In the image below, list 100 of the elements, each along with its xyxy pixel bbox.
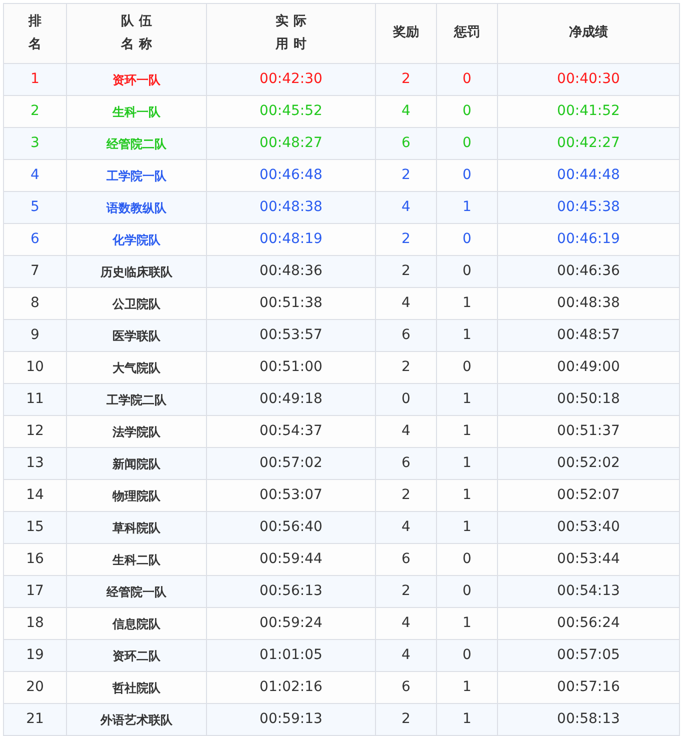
table-cell: 00:57:16: [498, 672, 680, 704]
table-cell: 19: [4, 640, 66, 672]
table-cell: 18: [4, 608, 66, 640]
table-cell: 4: [376, 608, 436, 640]
table-cell: 00:49:18: [206, 384, 376, 416]
table-cell: 00:51:38: [206, 288, 376, 320]
table-cell: 0: [436, 576, 498, 608]
table-cell: 00:45:38: [498, 192, 680, 224]
table-cell: 00:57:02: [206, 448, 376, 480]
table-cell: 13: [4, 448, 66, 480]
table-cell: 6: [376, 448, 436, 480]
team-name-cell: 工学院一队: [66, 160, 206, 192]
table-cell: 0: [436, 128, 498, 160]
column-header: 惩罚: [436, 4, 498, 64]
table-cell: 17: [4, 576, 66, 608]
table-cell: 00:50:18: [498, 384, 680, 416]
table-cell: 00:51:37: [498, 416, 680, 448]
table-cell: 1: [436, 512, 498, 544]
table-cell: 10: [4, 352, 66, 384]
table-cell: 5: [4, 192, 66, 224]
table-cell: 0: [436, 64, 498, 96]
table-cell: 00:52:02: [498, 448, 680, 480]
table-cell: 2: [376, 576, 436, 608]
table-cell: 00:46:36: [498, 256, 680, 288]
table-cell: 00:52:07: [498, 480, 680, 512]
table-cell: 00:59:44: [206, 544, 376, 576]
team-name-cell: 语数教纵队: [66, 192, 206, 224]
table-cell: 00:58:13: [498, 704, 680, 736]
table-cell: 1: [436, 672, 498, 704]
table-cell: 00:40:30: [498, 64, 680, 96]
table-cell: 4: [376, 96, 436, 128]
table-cell: 12: [4, 416, 66, 448]
team-name-cell: 信息院队: [66, 608, 206, 640]
table-cell: 00:49:00: [498, 352, 680, 384]
team-name-cell: 法学院队: [66, 416, 206, 448]
table-cell: 0: [436, 352, 498, 384]
table-cell: 00:53:44: [498, 544, 680, 576]
table-cell: 2: [376, 160, 436, 192]
table-cell: 14: [4, 480, 66, 512]
team-name-cell: 医学联队: [66, 320, 206, 352]
table-cell: 21: [4, 704, 66, 736]
table-cell: 00:59:24: [206, 608, 376, 640]
table-cell: 0: [436, 160, 498, 192]
table-cell: 0: [376, 384, 436, 416]
table-cell: 8: [4, 288, 66, 320]
table-cell: 00:53:07: [206, 480, 376, 512]
table-cell: 00:48:19: [206, 224, 376, 256]
table-cell: 4: [4, 160, 66, 192]
table-cell: 6: [376, 320, 436, 352]
table-cell: 11: [4, 384, 66, 416]
table-cell: 00:51:00: [206, 352, 376, 384]
team-name-cell: 工学院二队: [66, 384, 206, 416]
table-cell: 6: [376, 544, 436, 576]
table-cell: 2: [376, 352, 436, 384]
column-header: 实 际 用 时: [206, 4, 376, 64]
table-cell: 1: [436, 416, 498, 448]
team-name-cell: 资环一队: [66, 64, 206, 96]
table-cell: 15: [4, 512, 66, 544]
table-cell: 00:54:37: [206, 416, 376, 448]
table-cell: 4: [376, 192, 436, 224]
table-cell: 0: [436, 640, 498, 672]
table-cell: 0: [436, 256, 498, 288]
table-cell: 00:46:48: [206, 160, 376, 192]
table-cell: 6: [376, 128, 436, 160]
table-cell: 00:46:19: [498, 224, 680, 256]
table-cell: 4: [376, 640, 436, 672]
table-cell: 6: [4, 224, 66, 256]
team-name-cell: 草科院队: [66, 512, 206, 544]
table-cell: 00:48:27: [206, 128, 376, 160]
column-header: 队 伍 名 称: [66, 4, 206, 64]
table-cell: 1: [4, 64, 66, 96]
table-cell: 00:56:24: [498, 608, 680, 640]
table-cell: 2: [376, 704, 436, 736]
team-name-cell: 物理院队: [66, 480, 206, 512]
table-cell: 00:56:40: [206, 512, 376, 544]
team-name-cell: 公卫院队: [66, 288, 206, 320]
table-cell: 7: [4, 256, 66, 288]
table-cell: 1: [436, 608, 498, 640]
table-cell: 20: [4, 672, 66, 704]
table-cell: 1: [436, 704, 498, 736]
table-cell: 00:42:27: [498, 128, 680, 160]
team-name-cell: 化学院队: [66, 224, 206, 256]
column-header: 净成绩: [498, 4, 680, 64]
team-name-cell: 生科二队: [66, 544, 206, 576]
team-name-cell: 大气院队: [66, 352, 206, 384]
table-cell: 00:41:52: [498, 96, 680, 128]
table-cell: 00:53:40: [498, 512, 680, 544]
table-cell: 00:45:52: [206, 96, 376, 128]
table-cell: 01:01:05: [206, 640, 376, 672]
table-cell: 2: [376, 256, 436, 288]
team-name-cell: 历史临床联队: [66, 256, 206, 288]
table-cell: 0: [436, 544, 498, 576]
table-cell: 00:48:38: [206, 192, 376, 224]
column-header: 奖励: [376, 4, 436, 64]
table-cell: 01:02:16: [206, 672, 376, 704]
table-cell: 3: [4, 128, 66, 160]
team-name-cell: 外语艺术联队: [66, 704, 206, 736]
table-cell: 1: [436, 192, 498, 224]
table-cell: 16: [4, 544, 66, 576]
table-cell: 00:48:36: [206, 256, 376, 288]
